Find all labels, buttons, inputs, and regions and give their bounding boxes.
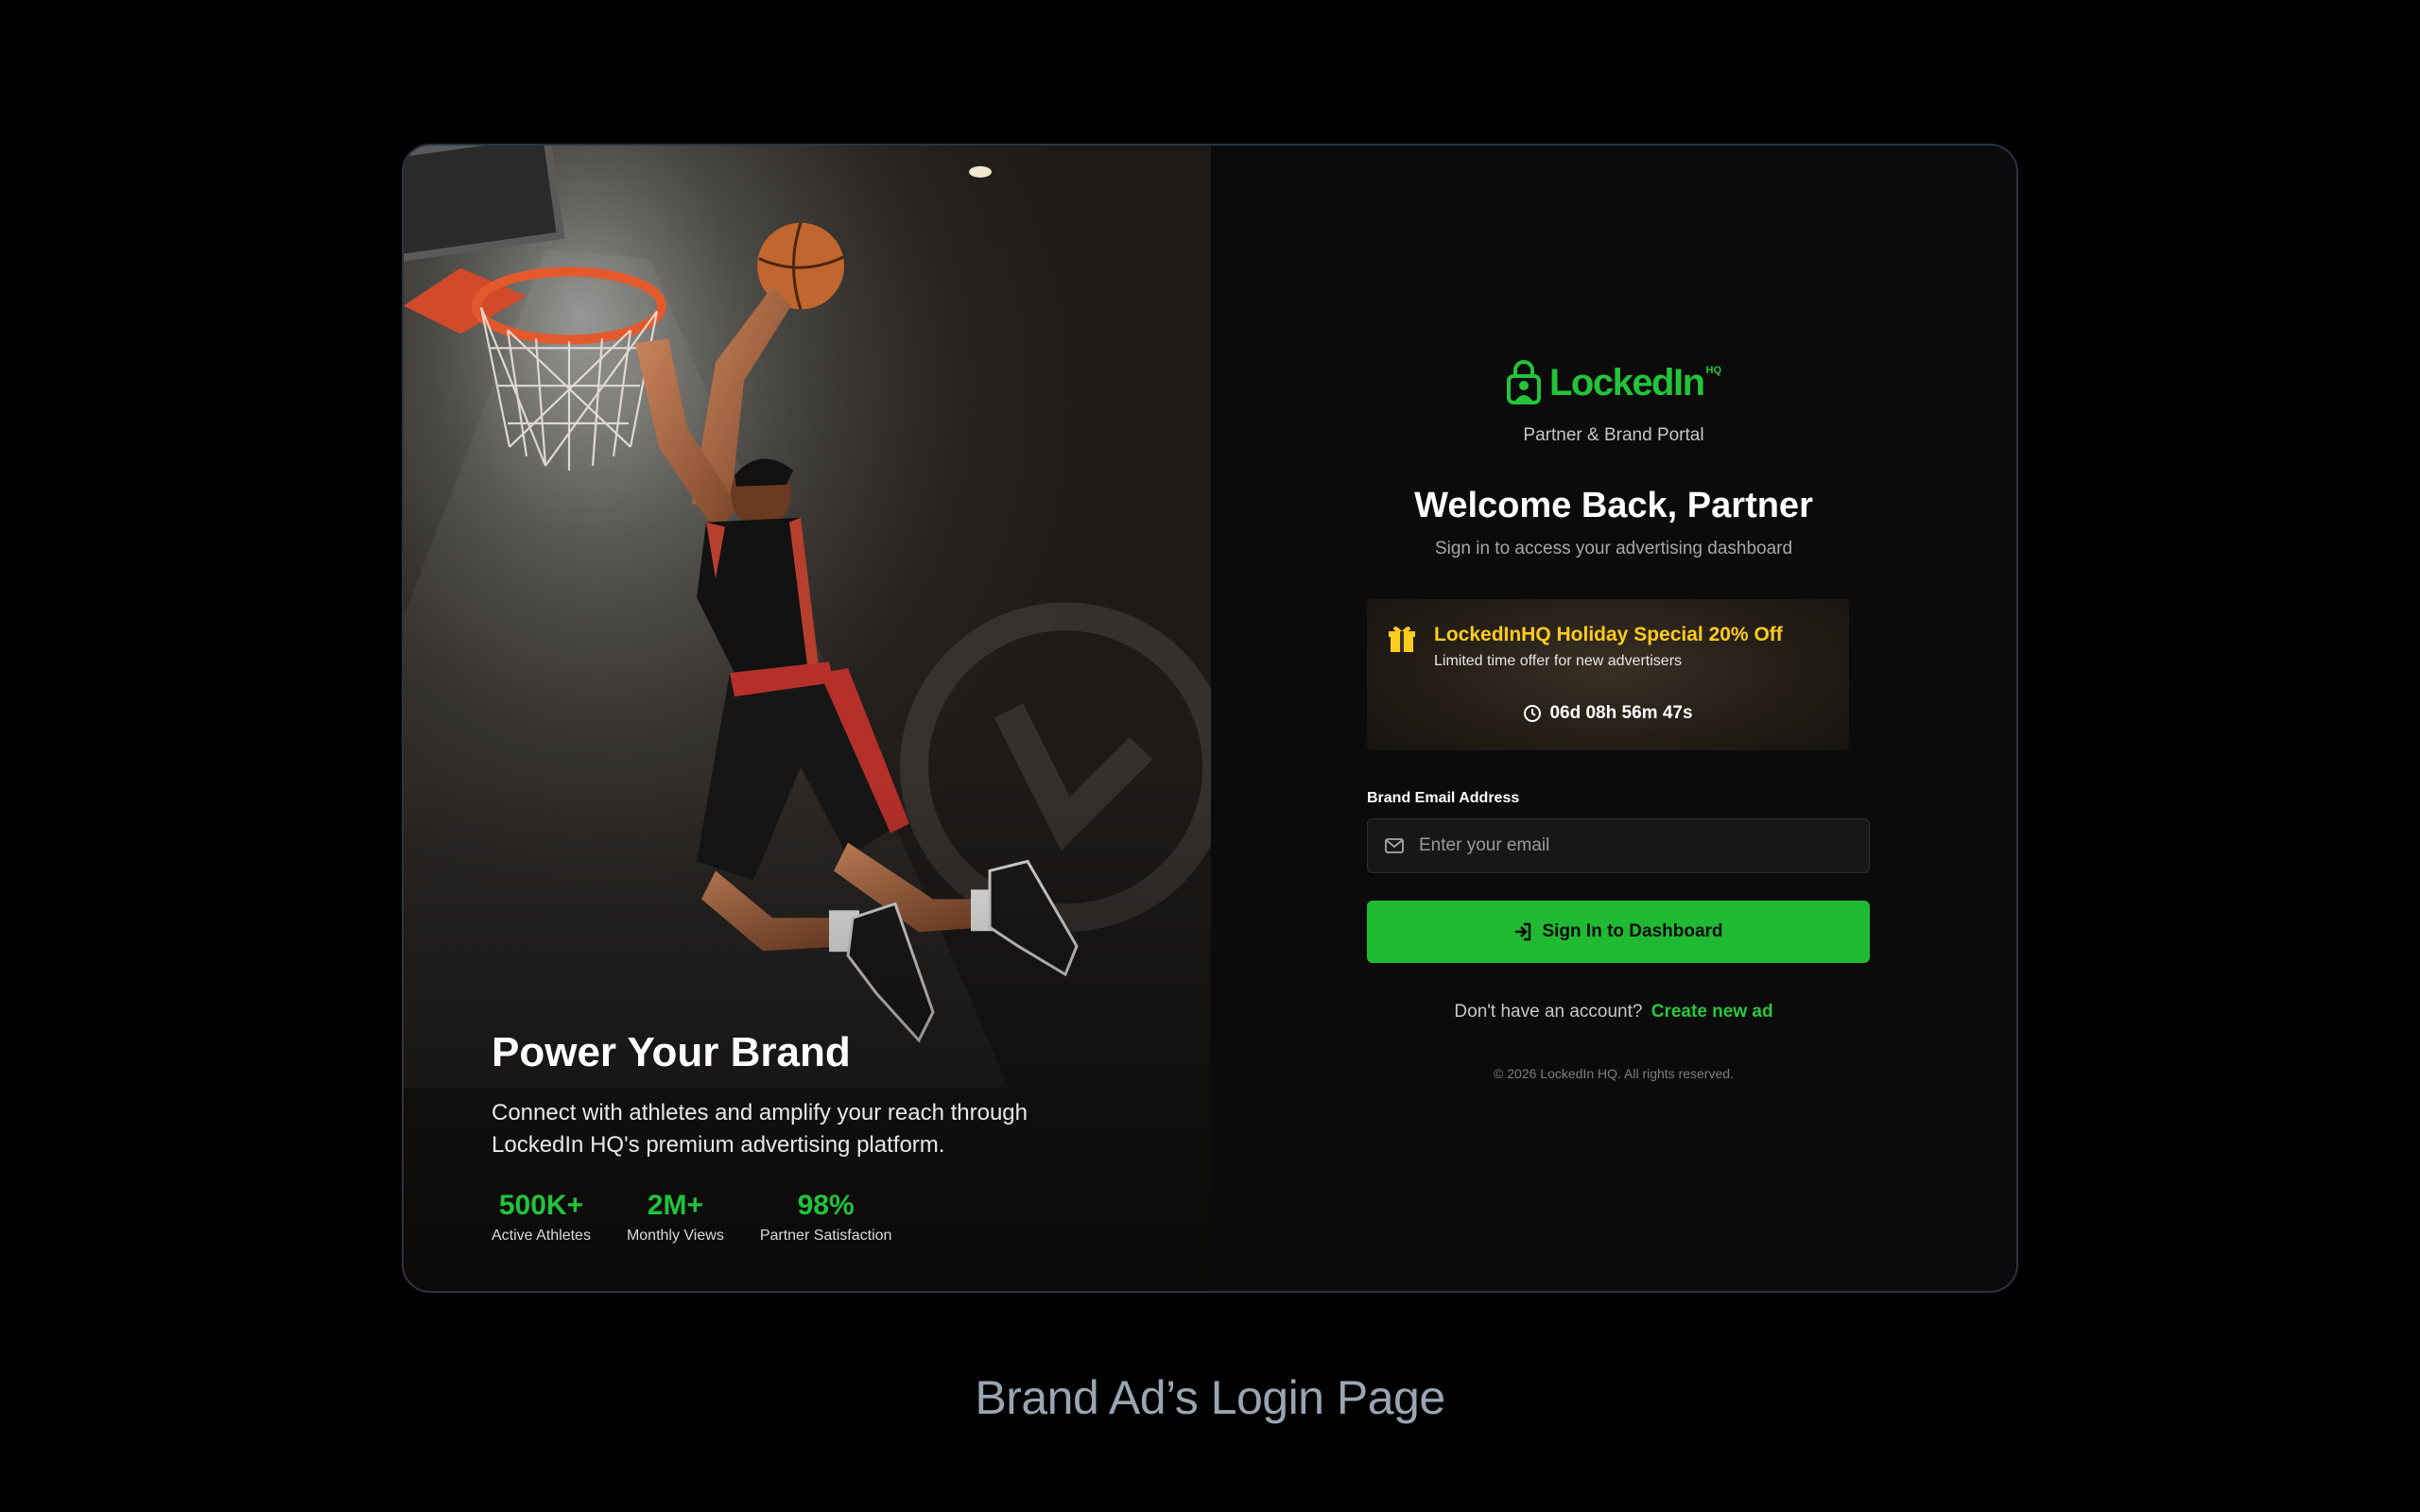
- email-field-wrapper: [1367, 818, 1870, 873]
- logo-superscript: HQ: [1705, 365, 1722, 376]
- page-title: Welcome Back, Partner: [1414, 486, 1813, 525]
- stat-value: 2M+: [647, 1190, 703, 1221]
- promo-title: LockedInHQ Holiday Special 20% Off: [1434, 624, 1783, 645]
- promo-countdown: 06d 08h 56m 47s: [1367, 703, 1849, 724]
- stat-value: 500K+: [498, 1190, 584, 1221]
- stat-label: Active Athletes: [492, 1228, 591, 1244]
- logo-wordmark: LockedIn: [1548, 361, 1705, 404]
- stat-value: 98%: [797, 1190, 855, 1221]
- stat-label: Monthly Views: [626, 1228, 724, 1244]
- stat-monthly-views: 2M+ Monthly Views: [627, 1190, 724, 1245]
- hero-text-block: Power Your Brand Connect with athletes a…: [492, 1029, 1153, 1245]
- gift-icon: [1389, 627, 1415, 652]
- stat-label: Partner Satisfaction: [759, 1228, 892, 1244]
- signup-prompt-text: Don't have an account?: [1454, 1002, 1643, 1022]
- email-input[interactable]: [1419, 835, 1869, 856]
- sign-in-button[interactable]: Sign In to Dashboard: [1367, 901, 1870, 963]
- portal-label: Partner & Brand Portal: [1523, 425, 1704, 445]
- stat-partner-satisfaction: 98% Partner Satisfaction: [760, 1190, 892, 1245]
- promo-subtitle: Limited time offer for new advertisers: [1434, 653, 1683, 669]
- create-new-ad-link[interactable]: Create new ad: [1651, 1002, 1773, 1022]
- page-caption: Brand Ad’s Login Page: [975, 1371, 1445, 1424]
- hero-subtitle: Connect with athletes and amplify your r…: [492, 1097, 1153, 1161]
- page-subtitle: Sign in to access your advertising dashb…: [1434, 539, 1793, 558]
- sign-in-icon: [1515, 922, 1531, 941]
- hero-subtitle-line2: LockedIn HQ's premium advertising platfo…: [492, 1132, 945, 1158]
- countdown-text: 06d 08h 56m 47s: [1549, 703, 1693, 723]
- login-panel: LockedIn HQ Partner & Brand Portal Welco…: [1211, 146, 2016, 1291]
- brand-logo: LockedIn HQ: [1211, 359, 2016, 406]
- lock-person-logo-icon: [1506, 360, 1541, 404]
- holiday-promo-banner[interactable]: LockedInHQ Holiday Special 20% Off Limit…: [1367, 599, 1849, 750]
- email-label: Brand Email Address: [1367, 790, 1520, 806]
- stats-row: 500K+ Active Athletes 2M+ Monthly Views …: [492, 1190, 1153, 1245]
- copyright-text: © 2026 LockedIn HQ. All rights reserved.: [1494, 1066, 1734, 1081]
- hero-subtitle-line1: Connect with athletes and amplify your r…: [492, 1100, 1028, 1125]
- signup-prompt: Don't have an account? Create new ad: [1211, 1002, 2016, 1022]
- hero-title: Power Your Brand: [492, 1029, 851, 1075]
- hero-panel: Power Your Brand Connect with athletes a…: [404, 146, 1211, 1291]
- login-card: Power Your Brand Connect with athletes a…: [402, 144, 2018, 1293]
- clock-icon: [1524, 705, 1542, 722]
- mail-icon: [1385, 838, 1404, 853]
- sign-in-button-label: Sign In to Dashboard: [1542, 921, 1723, 941]
- stat-active-athletes: 500K+ Active Athletes: [492, 1190, 591, 1245]
